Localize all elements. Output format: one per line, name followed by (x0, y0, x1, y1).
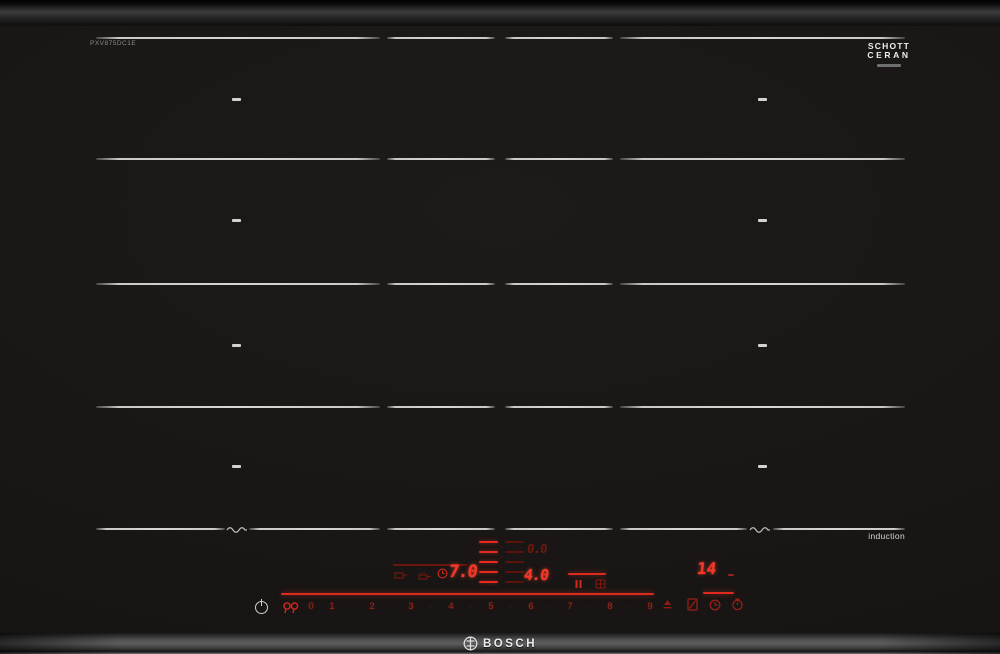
slider-dot: · (509, 601, 513, 611)
pan-sensor-icon (418, 572, 431, 580)
secondary-display: 0.0 (526, 541, 548, 556)
timer-clock-icon[interactable] (709, 599, 721, 611)
zone-grid-line (505, 37, 613, 39)
induction-hob: PXV875DC1E SCHOTT CERAN induction 0 1 · … (0, 0, 1000, 654)
bosch-wordmark: BOSCH (482, 637, 538, 650)
top-bezel-edge (0, 0, 1000, 26)
slider-number-2[interactable]: 2 (364, 601, 380, 612)
zone-grid-line (387, 283, 495, 285)
slider-number-4[interactable]: 4 (443, 601, 459, 612)
zone-grid-line (620, 37, 905, 39)
zone-grid-line (620, 158, 905, 160)
slider-number-3[interactable]: 3 (403, 601, 419, 612)
timer-min-indicator (728, 574, 734, 577)
pan-position-marker (758, 344, 767, 347)
bosch-logo: BOSCH (463, 636, 537, 651)
slider-number-7[interactable]: 7 (562, 601, 578, 612)
slider-number-1[interactable]: 1 (324, 601, 340, 612)
level-dot (500, 546, 502, 548)
zone-grid-line (96, 158, 380, 160)
zone-grid-line (387, 158, 495, 160)
pan-icon (394, 572, 407, 579)
zone-select-indicator-right (568, 573, 606, 576)
zone-grid-line (387, 528, 495, 530)
pan-position-marker (232, 344, 241, 347)
boost-icon[interactable] (661, 599, 674, 612)
glass-surface (0, 26, 1000, 633)
pan-position-marker (758, 219, 767, 222)
pause-icon[interactable] (574, 579, 583, 589)
zone-grid-line (96, 283, 380, 285)
zone-grid-line (387, 37, 495, 39)
slider-number-8[interactable]: 8 (602, 601, 618, 612)
slider-dot: · (350, 601, 354, 611)
pan-position-marker (232, 465, 241, 468)
slider-number-0[interactable]: 0 (303, 601, 319, 612)
zone-grid-line (773, 528, 905, 530)
slider-dot: · (469, 601, 473, 611)
timer-display: 14 (695, 559, 718, 578)
bosch-emblem-icon (463, 636, 478, 651)
zone-grid-line (387, 406, 495, 408)
slider-dot: · (588, 601, 592, 611)
move-function-icon[interactable] (687, 598, 698, 611)
center-zone-display: 4.0 (522, 566, 550, 584)
pan-transfer-icon[interactable] (595, 579, 606, 589)
induction-label: induction (868, 531, 905, 541)
zone-grid-line (505, 158, 613, 160)
zone-grid-line (505, 283, 613, 285)
power-icon-stem (260, 599, 263, 606)
level-dot (500, 566, 502, 568)
timer-active-indicator (703, 592, 734, 595)
zone-grid-line (96, 528, 225, 530)
clock-icon (437, 568, 448, 579)
slider-dot: · (548, 601, 552, 611)
left-zone-display: 7.0 (447, 562, 478, 582)
schott-logo-subtext (877, 63, 901, 67)
level-dot (500, 576, 502, 578)
zone-grid-line (249, 528, 380, 530)
pan-position-marker (758, 98, 767, 101)
zone-grid-line (620, 283, 905, 285)
slider-dot: · (429, 601, 433, 611)
level-dot (500, 556, 502, 558)
zone-grid-line (505, 406, 613, 408)
zone-grid-line (96, 37, 380, 39)
model-number: PXV875DC1E (90, 40, 137, 47)
zone-grid-line (96, 406, 380, 408)
pan-position-marker (232, 98, 241, 101)
zone-grid-line (620, 406, 905, 408)
pan-position-marker (758, 465, 767, 468)
zone-grid-line (505, 528, 613, 530)
slider-number-5[interactable]: 5 (483, 601, 499, 612)
schott-ceran-logo: SCHOTT CERAN (866, 42, 912, 67)
slider-dot: · (628, 601, 632, 611)
power-slider[interactable] (281, 593, 654, 596)
power-icon[interactable] (255, 599, 269, 614)
panel-lock-icon[interactable] (282, 601, 300, 614)
pan-position-marker (232, 219, 241, 222)
flexzone-wave-icon (749, 527, 770, 533)
slider-number-6[interactable]: 6 (523, 601, 539, 612)
kitchen-timer-icon[interactable] (731, 598, 744, 611)
slider-dot: · (390, 601, 394, 611)
zone-grid-line (620, 528, 747, 530)
schott-logo-line2: CERAN (867, 49, 911, 60)
slider-number-9[interactable]: 9 (642, 601, 658, 612)
flexzone-wave-icon (226, 527, 247, 533)
